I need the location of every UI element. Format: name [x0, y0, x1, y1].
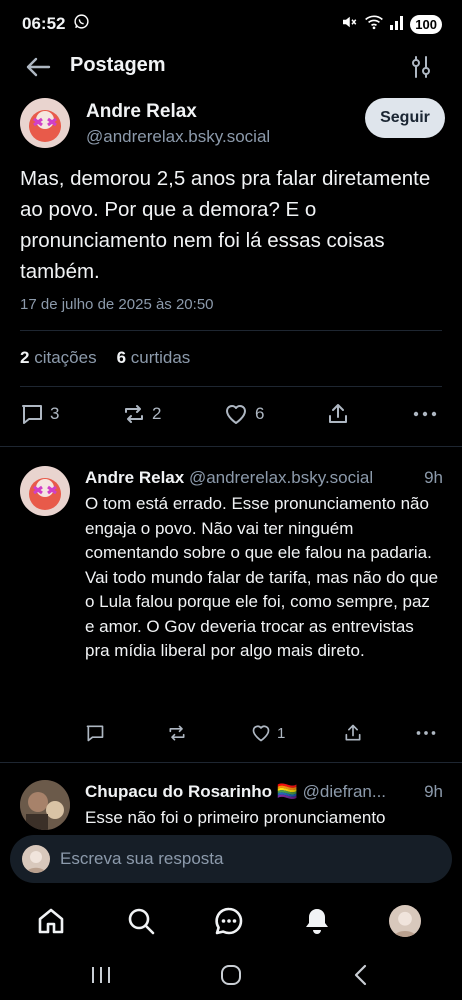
repost-icon: [169, 725, 185, 741]
avatar: [389, 905, 421, 937]
more-options-button[interactable]: [415, 723, 437, 743]
reply-author-name[interactable]: Andre Relax: [85, 468, 184, 487]
post-text: Mas, demorou 2,5 anos pra falar diretame…: [20, 167, 431, 283]
page-title: Postagem: [70, 54, 166, 76]
more-horizontal-icon: [413, 411, 437, 417]
divider: [0, 762, 462, 763]
bell-icon: [306, 909, 328, 934]
compose-placeholder: Escreva sua resposta: [60, 849, 224, 868]
search-icon: [128, 908, 155, 935]
bottom-tab-bar: [0, 890, 462, 950]
more-options-button[interactable]: [412, 402, 438, 426]
comment-icon: [22, 405, 42, 424]
avatar[interactable]: [20, 466, 70, 516]
sliders-icon: [412, 56, 430, 78]
post-stats: 2 citações 6 curtidas: [20, 348, 190, 368]
share-button[interactable]: [343, 723, 363, 743]
avatar: [22, 845, 50, 873]
avatar[interactable]: [20, 780, 70, 830]
share-button[interactable]: [326, 402, 350, 426]
more-horizontal-icon: [416, 731, 436, 735]
post-header: Andre Relax @andrerelax.bsky.social Segu…: [20, 98, 445, 150]
heart-icon: [226, 405, 246, 424]
reply-button[interactable]: 3: [20, 402, 59, 426]
reply-author-handle[interactable]: @diefran...: [303, 782, 386, 801]
back-nav-button[interactable]: [348, 962, 374, 988]
post-date: 17 de julho de 2025 às 20:50: [20, 296, 214, 313]
home-icon: [38, 908, 64, 934]
repost-button[interactable]: 2: [122, 402, 161, 426]
repost-button[interactable]: [167, 723, 187, 743]
reply-author-handle[interactable]: @andrerelax.bsky.social: [189, 468, 373, 487]
follow-button[interactable]: Seguir: [365, 98, 445, 138]
reply-text: O tom está errado. Esse pronunciamento n…: [85, 494, 439, 660]
status-time: 06:52: [22, 14, 66, 33]
reply-compose-input[interactable]: Escreva sua resposta: [10, 835, 452, 883]
reply-actions: 1: [85, 723, 440, 747]
reply-button[interactable]: [85, 723, 105, 743]
reply-author-name[interactable]: Chupacu do Rosarinho 🏳️‍🌈: [85, 782, 298, 801]
signal-icon: [390, 14, 404, 35]
divider: [0, 446, 462, 447]
system-navigation-bar: [0, 950, 462, 1000]
reply-time: 9h: [424, 468, 443, 487]
author-handle[interactable]: @andrerelax.bsky.social: [86, 127, 270, 147]
chat-icon: [215, 907, 243, 935]
tab-profile[interactable]: [388, 904, 422, 938]
circle-home-icon: [221, 965, 241, 985]
reply-text: Esse não foi o primeiro pronunciamento: [85, 808, 386, 827]
recent-apps-button[interactable]: [88, 962, 114, 988]
quotes-stat[interactable]: 2 citações: [20, 348, 97, 368]
home-nav-button[interactable]: [218, 962, 244, 988]
likes-stat[interactable]: 6 curtidas: [117, 348, 191, 368]
tab-notifications[interactable]: [300, 904, 334, 938]
back-button[interactable]: [24, 53, 52, 81]
like-button[interactable]: 6: [223, 402, 264, 426]
recent-apps-icon: [92, 967, 110, 983]
heart-icon: [252, 725, 270, 742]
reply-post[interactable]: Andre Relax @andrerelax.bsky.social 9h O…: [20, 466, 445, 746]
status-bar: 06:52 100: [0, 0, 462, 48]
share-icon: [329, 404, 347, 423]
tab-home[interactable]: [34, 904, 68, 938]
divider: [20, 386, 442, 387]
divider: [20, 330, 442, 331]
settings-sliders-button[interactable]: [408, 54, 434, 80]
whatsapp-icon: [73, 13, 90, 35]
repost-icon: [125, 405, 143, 423]
share-icon: [345, 724, 361, 741]
avatar[interactable]: [20, 98, 70, 148]
chevron-left-icon: [354, 964, 367, 986]
reply-time: 9h: [424, 782, 443, 801]
mute-icon: [340, 13, 358, 36]
tab-chat[interactable]: [212, 904, 246, 938]
tab-search[interactable]: [124, 904, 158, 938]
top-header: Postagem: [0, 48, 462, 86]
like-button[interactable]: 1: [250, 723, 285, 743]
post-actions: 3 2 6: [20, 402, 440, 432]
comment-icon: [86, 725, 104, 742]
reply-post[interactable]: Chupacu do Rosarinho 🏳️‍🌈 @diefran... 9h…: [20, 780, 445, 835]
wifi-icon: [364, 13, 384, 36]
battery-indicator: 100: [410, 14, 442, 34]
arrow-left-icon: [26, 57, 51, 77]
author-name[interactable]: Andre Relax: [86, 101, 197, 123]
